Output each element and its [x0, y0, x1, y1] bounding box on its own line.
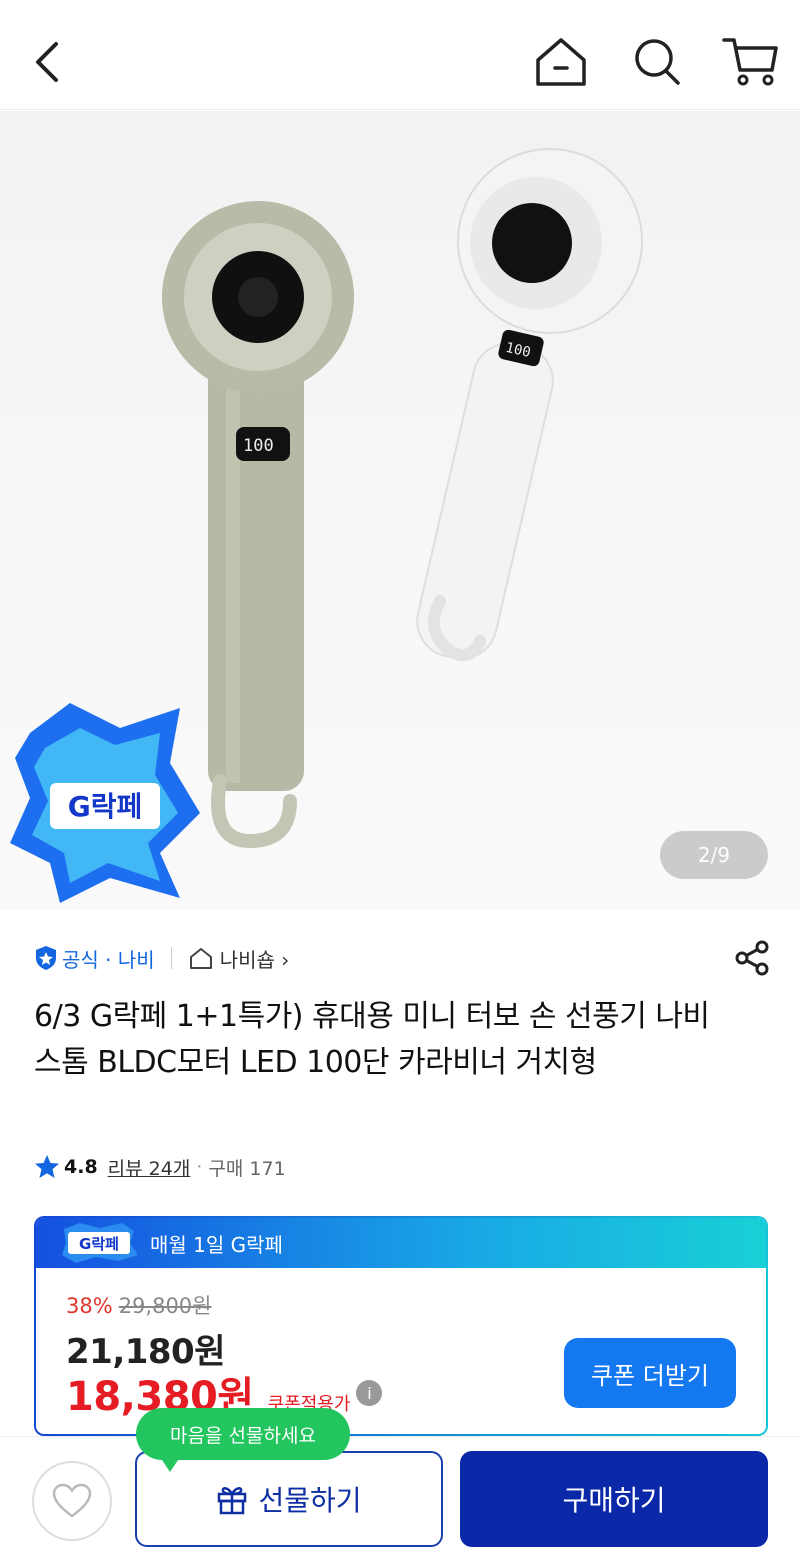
original-price: 29,800원: [118, 1294, 212, 1318]
info-icon[interactable]: i: [356, 1380, 383, 1406]
product-image-carousel[interactable]: 100 100 G락페 2/9: [0, 111, 800, 910]
more-coupon-button[interactable]: 쿠폰 더받기: [564, 1338, 736, 1408]
fan-display-left: 100: [243, 436, 274, 456]
cart-icon: [722, 38, 778, 86]
promo-band: G락페 매월 1일 G락페: [36, 1218, 766, 1268]
gift-button[interactable]: 선물하기: [135, 1451, 443, 1547]
share-button[interactable]: [734, 940, 770, 976]
chevron-left-icon: [36, 42, 58, 82]
review-link[interactable]: 리뷰 24개: [108, 1154, 191, 1181]
seller-line: 공식 · 나비 나비숍 ›: [34, 940, 289, 976]
official-seller-label: 공식 · 나비: [62, 947, 155, 972]
band-logo-text: G락페: [79, 1235, 119, 1253]
divider: [170, 947, 172, 969]
promo-band-text: 매월 1일 G락페: [150, 1232, 283, 1257]
home-icon: [536, 38, 586, 86]
share-icon: [735, 940, 769, 976]
wishlist-button[interactable]: [32, 1461, 112, 1541]
top-navigation-bar: [0, 0, 800, 110]
separator-dot: ·: [196, 1156, 203, 1178]
heart-icon: [52, 1483, 92, 1518]
discount-percent: 38%: [66, 1294, 113, 1318]
discount-line: 38% 29,800원: [66, 1290, 212, 1320]
gift-tooltip: 마음을 선물하세요: [136, 1408, 350, 1472]
purchase-count: 구매 171: [208, 1157, 286, 1180]
g-lakpe-mini-logo: G락페: [62, 1223, 138, 1263]
home-button[interactable]: [530, 34, 592, 90]
star-icon: [35, 1155, 59, 1178]
buy-button[interactable]: 구매하기: [460, 1451, 768, 1547]
official-badge-icon: [36, 946, 56, 970]
white-fan-image: 100: [416, 148, 643, 662]
price-card: G락페 매월 1일 G락페 38% 29,800원 21,180원 18,380…: [34, 1216, 768, 1436]
back-button[interactable]: [22, 30, 76, 94]
store-home-icon: [189, 948, 212, 969]
search-button[interactable]: [628, 34, 686, 90]
bottom-action-bar: 선물하기 구매하기: [0, 1436, 800, 1563]
g-lakpe-badge: G락페: [10, 703, 200, 903]
badge-text: G락페: [68, 790, 143, 823]
rating-score: 4.8: [64, 1156, 98, 1178]
shop-link[interactable]: 나비숍 ›: [188, 944, 290, 973]
shop-label: 나비숍 ›: [219, 947, 290, 972]
image-pager: 2/9: [660, 831, 768, 879]
official-seller[interactable]: 공식 · 나비: [34, 944, 155, 973]
cart-button[interactable]: [718, 32, 782, 90]
gift-icon: [218, 1487, 247, 1515]
search-icon: [635, 39, 680, 85]
product-title: 6/3 G락페 1+1특가) 휴대용 미니 터보 손 선풍기 나비 스톰 BLD…: [34, 999, 710, 1080]
rating-line: 4.8 리뷰 24개 · 구매 171: [34, 1152, 286, 1182]
gift-button-label: 선물하기: [258, 1484, 362, 1517]
